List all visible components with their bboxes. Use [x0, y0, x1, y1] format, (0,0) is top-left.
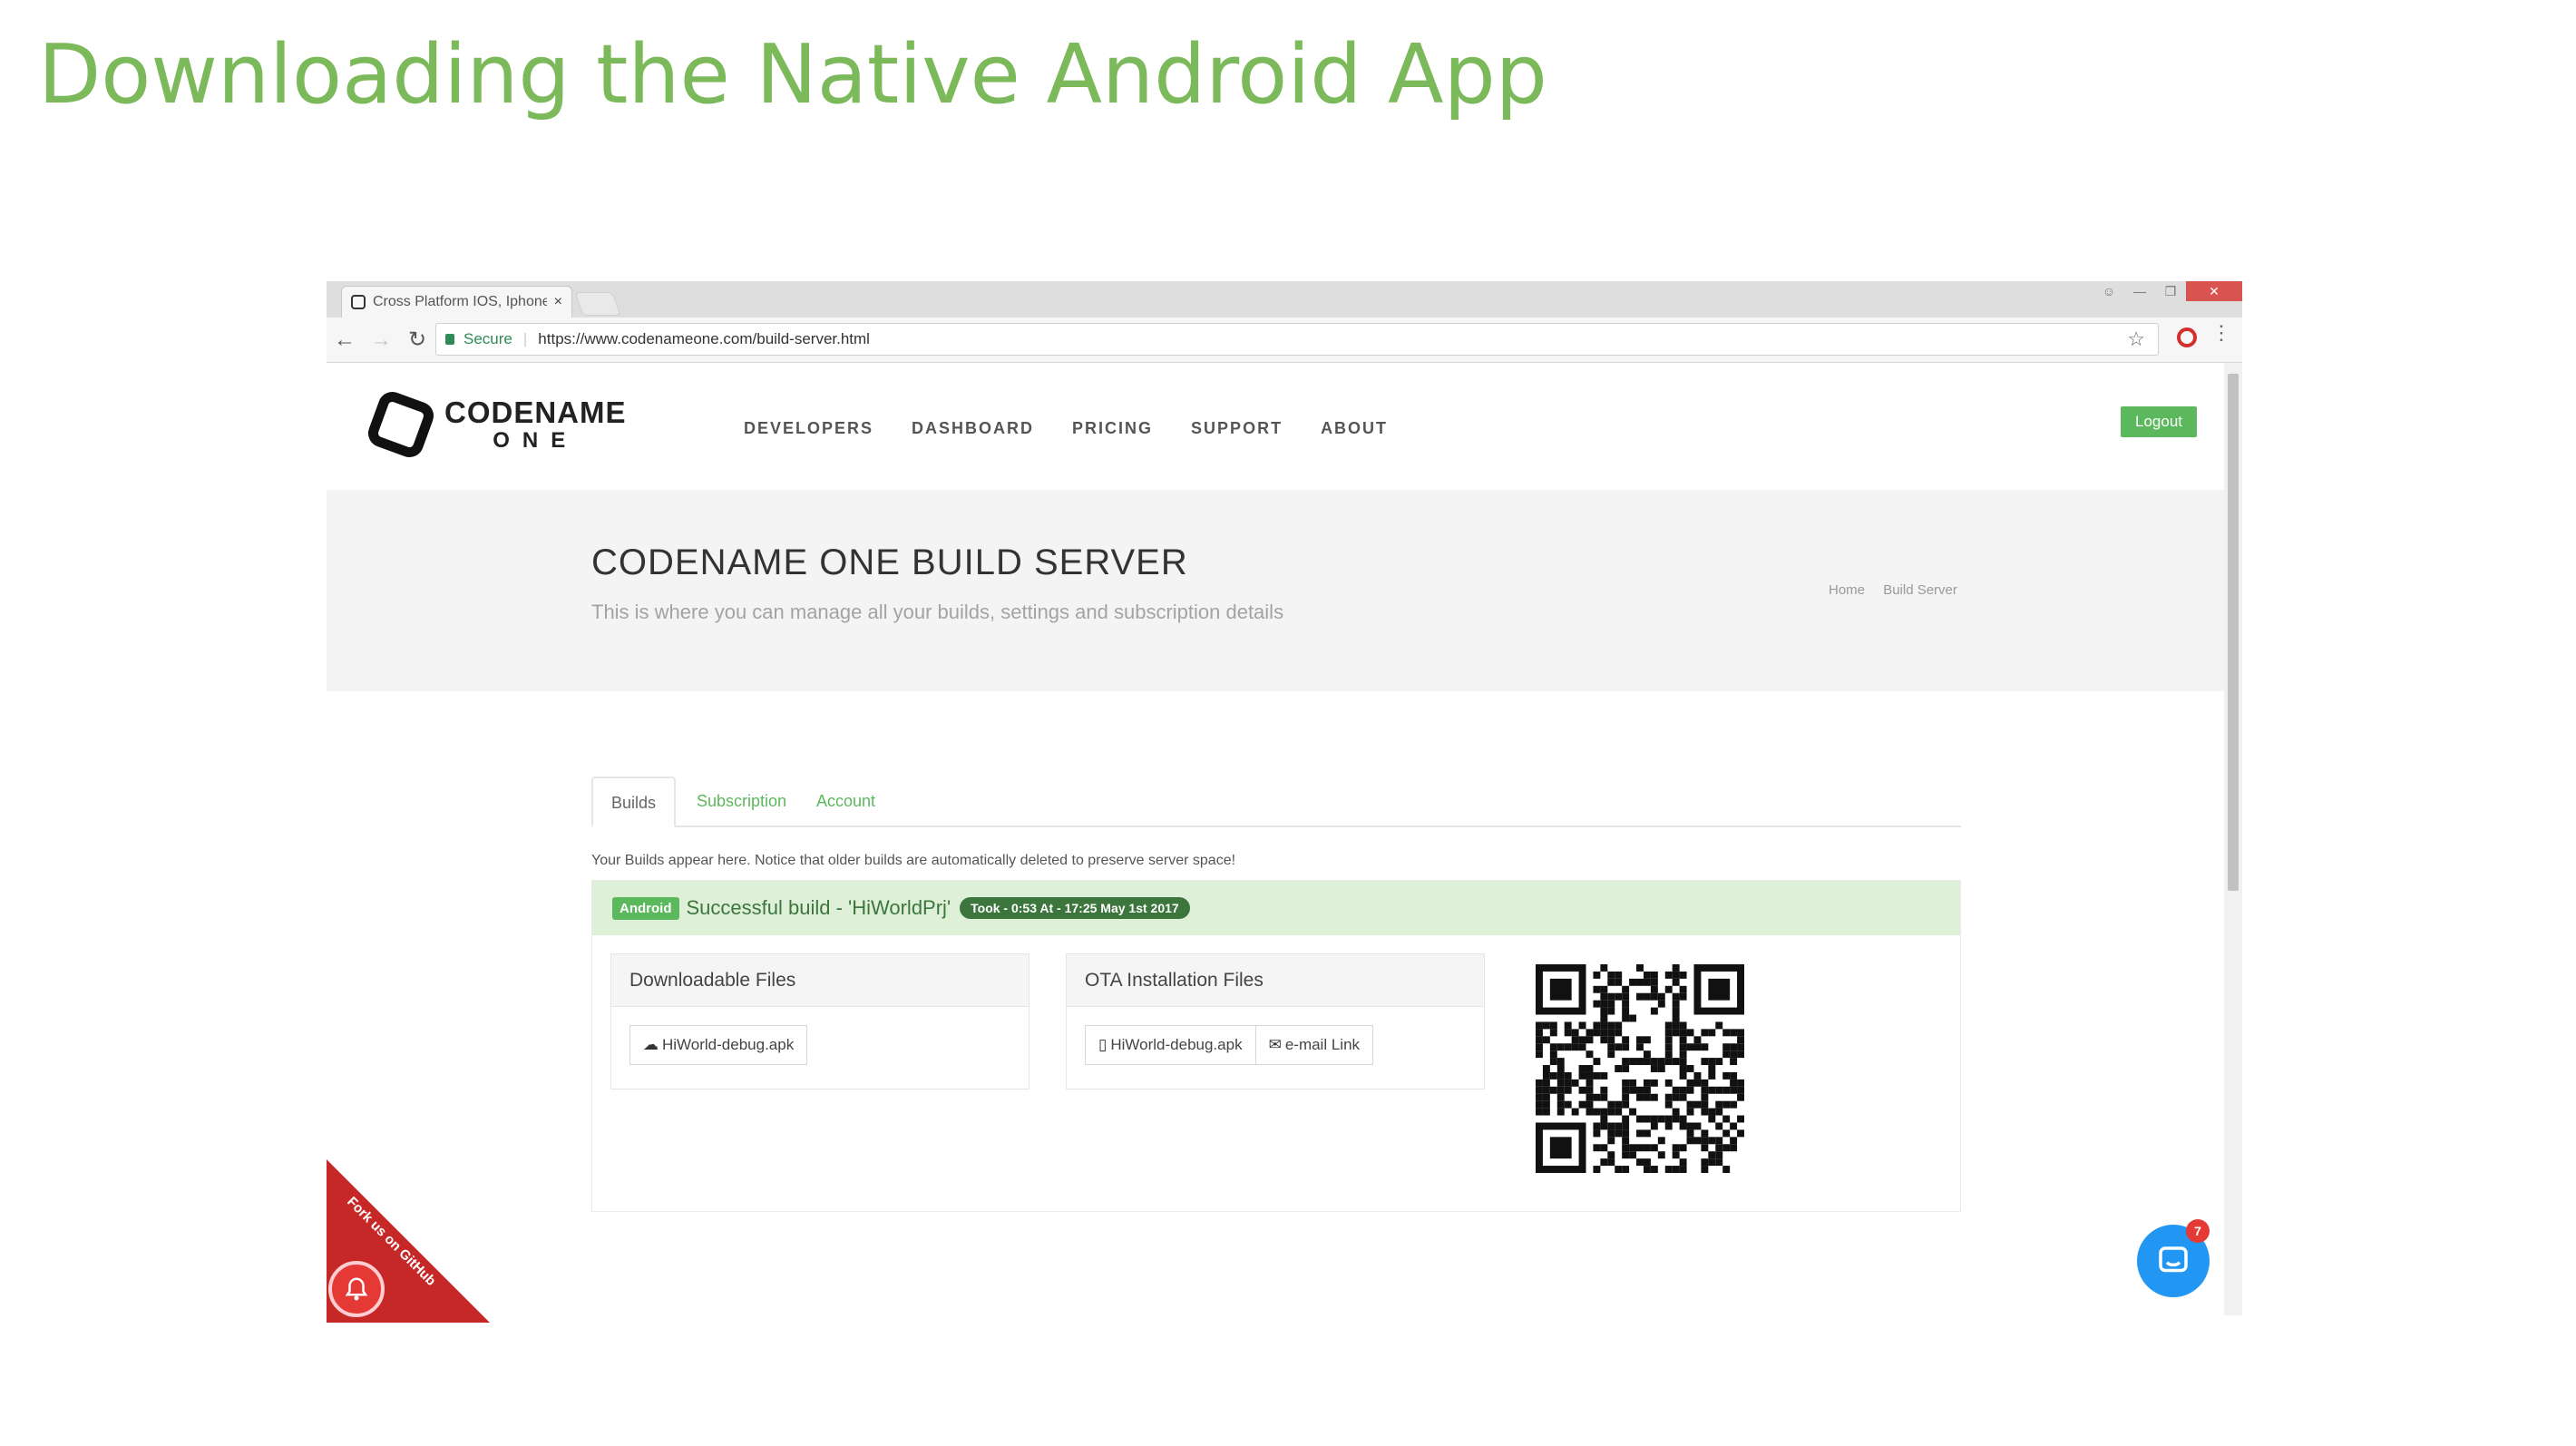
- email-link-label: e-mail Link: [1284, 1036, 1361, 1053]
- window-controls: ☺ — ❐ ✕: [2093, 281, 2242, 303]
- address-separator: |: [522, 330, 528, 347]
- tab-title: Cross Platform IOS, Iphone: [373, 294, 547, 309]
- page-title: CODENAME ONE BUILD SERVER: [591, 542, 1188, 582]
- tab-close-icon[interactable]: ×: [554, 294, 562, 310]
- qr-code[interactable]: [1536, 964, 1744, 1173]
- minimize-icon[interactable]: —: [2124, 281, 2155, 301]
- chat-unread-badge: 7: [2186, 1219, 2210, 1243]
- build-time-badge: Took - 0:53 At - 17:25 May 1st 2017: [960, 897, 1190, 919]
- back-arrow-icon[interactable]: ←: [327, 322, 363, 358]
- scrollbar-thumb[interactable]: [2228, 374, 2239, 891]
- window-close-icon[interactable]: ✕: [2186, 281, 2242, 301]
- download-apk-label: HiWorld-debug.apk: [662, 1036, 795, 1053]
- breadcrumb-separator: [1872, 582, 1876, 598]
- builds-tabs: Builds Subscription Account: [591, 777, 1961, 827]
- browser-tab[interactable]: Cross Platform IOS, Iphone ×: [341, 286, 572, 318]
- logo-line2: ONE: [493, 428, 579, 453]
- opera-icon[interactable]: [2177, 327, 2197, 347]
- breadcrumb: Home Build Server: [1829, 582, 1957, 598]
- forward-arrow-icon[interactable]: →: [363, 322, 399, 358]
- reload-icon[interactable]: ↻: [399, 322, 435, 358]
- ota-files-title: OTA Installation Files: [1067, 954, 1484, 1007]
- address-bar[interactable]: Secure | https://www.codenameone.com/bui…: [435, 323, 2159, 356]
- tab-account[interactable]: Account: [798, 777, 893, 827]
- ota-files-panel: OTA Installation Files ▯ HiWorld-debug.a…: [1066, 953, 1485, 1089]
- email-link-button[interactable]: ✉ e-mail Link: [1255, 1025, 1374, 1065]
- ota-apk-label: HiWorld-debug.apk: [1110, 1036, 1243, 1053]
- browser-window: Cross Platform IOS, Iphone × ☺ — ❐ ✕ ← →…: [327, 281, 2242, 1315]
- url-text[interactable]: https://www.codenameone.com/build-server…: [538, 330, 870, 348]
- build-panel: Android Successful build - 'HiWorldPrj' …: [591, 880, 1961, 1212]
- cloud-download-icon: ☁: [643, 1036, 659, 1053]
- platform-badge: Android: [612, 896, 679, 920]
- favicon-icon: [351, 295, 366, 309]
- nav-about[interactable]: ABOUT: [1321, 419, 1388, 438]
- breadcrumb-current: Build Server: [1883, 582, 1957, 598]
- nav-pricing[interactable]: PRICING: [1072, 419, 1153, 438]
- codename-one-logo[interactable]: CODENAME ONE: [366, 390, 627, 459]
- logout-button[interactable]: Logout: [2121, 406, 2197, 437]
- profile-icon[interactable]: ☺: [2093, 281, 2124, 301]
- envelope-icon: ✉: [1268, 1036, 1282, 1053]
- star-icon[interactable]: ☆: [2127, 327, 2145, 351]
- build-status: Successful build - 'HiWorldPrj': [686, 896, 951, 919]
- hero-section: CODENAME ONE BUILD SERVER This is where …: [327, 490, 2224, 691]
- downloadable-files-title: Downloadable Files: [611, 954, 1029, 1007]
- nav-support[interactable]: SUPPORT: [1191, 419, 1283, 438]
- tab-subscription[interactable]: Subscription: [678, 777, 805, 827]
- ota-apk-button[interactable]: ▯ HiWorld-debug.apk: [1085, 1025, 1256, 1065]
- main-nav: DEVELOPERS DASHBOARD PRICING SUPPORT ABO…: [744, 419, 1388, 438]
- build-header: Android Successful build - 'HiWorldPrj' …: [592, 881, 1960, 935]
- site-header: CODENAME ONE DEVELOPERS DASHBOARD PRICIN…: [327, 363, 2224, 490]
- new-tab-button[interactable]: [574, 292, 621, 316]
- notification-bell-icon[interactable]: [328, 1261, 385, 1317]
- page-subtitle: This is where you can manage all your bu…: [591, 601, 1284, 623]
- logo-mark-icon: [367, 391, 434, 458]
- browser-toolbar: ← → ↻ Secure | https://www.codenameone.c…: [327, 318, 2242, 363]
- maximize-icon[interactable]: ❐: [2155, 281, 2186, 301]
- web-page: CODENAME ONE DEVELOPERS DASHBOARD PRICIN…: [327, 363, 2224, 1315]
- secure-label: Secure: [463, 330, 512, 347]
- builds-notice: Your Builds appear here. Notice that old…: [591, 853, 1236, 868]
- downloadable-files-panel: Downloadable Files ☁ HiWorld-debug.apk: [610, 953, 1029, 1089]
- page-scrollbar[interactable]: [2224, 363, 2242, 1315]
- nav-dashboard[interactable]: DASHBOARD: [912, 419, 1034, 438]
- phone-icon: ▯: [1098, 1036, 1107, 1053]
- nav-developers[interactable]: DEVELOPERS: [744, 419, 873, 438]
- tab-builds[interactable]: Builds: [591, 777, 677, 827]
- download-apk-button[interactable]: ☁ HiWorld-debug.apk: [629, 1025, 808, 1065]
- tab-strip: Cross Platform IOS, Iphone × ☺ — ❐ ✕: [327, 281, 2242, 318]
- menu-dots-icon[interactable]: ⋮: [2211, 321, 2231, 345]
- breadcrumb-home[interactable]: Home: [1829, 582, 1865, 598]
- logo-line1: CODENAME: [444, 396, 627, 429]
- lock-icon: [445, 334, 454, 345]
- slide-title: Downloading the Native Android App: [38, 27, 1547, 122]
